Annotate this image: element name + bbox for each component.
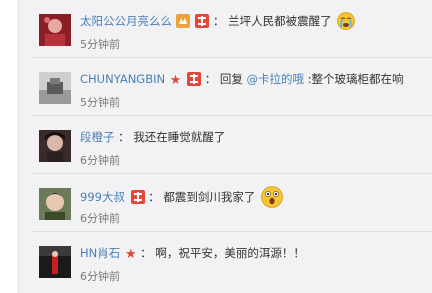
- comment-line: 999大叔 ： 都震到剑川我家了: [80, 186, 283, 208]
- comment-line: HN肖石 ★ ： 啊，祝平安，美丽的洱源！！: [80, 244, 305, 264]
- mention-link[interactable]: @卡拉的哦: [247, 72, 305, 86]
- comment-item: 段橙子 ： 我还在睡觉就醒了 6分钟前: [19, 116, 432, 174]
- comment-time: 5分钟前: [80, 96, 120, 109]
- comment-time: 5分钟前: [80, 38, 120, 51]
- comment-line: 太阳公公月亮么么 ： 兰坪人民都被震醒了: [80, 12, 356, 30]
- comment-separator: ：: [140, 246, 152, 260]
- comment-text: 兰坪人民都被震醒了: [228, 14, 332, 28]
- crying-emoji-icon: [337, 12, 356, 30]
- username-link[interactable]: CHUNYANGBIN: [80, 72, 165, 86]
- comment-line: 段橙子 ： 我还在睡觉就醒了: [80, 128, 225, 146]
- comment-separator: ：: [148, 190, 160, 204]
- comment-text: 我还在睡觉就醒了: [133, 130, 226, 144]
- comment-text: 啊，祝平安，美丽的洱源！！: [155, 246, 305, 260]
- avatar[interactable]: [39, 246, 71, 278]
- comment-separator: ：: [204, 72, 217, 86]
- avatar[interactable]: [39, 188, 71, 220]
- comment-time: 6分钟前: [80, 154, 120, 167]
- star-icon[interactable]: ★: [125, 246, 137, 264]
- comment-text: 都震到剑川我家了: [163, 190, 256, 204]
- comment-item: 999大叔 ： 都震到剑川我家了 6分钟前: [19, 174, 432, 232]
- comment-separator: ：: [212, 14, 225, 28]
- avatar[interactable]: [39, 72, 71, 104]
- username-link[interactable]: HN肖石: [80, 246, 120, 260]
- comment-line: CHUNYANGBIN ★ ： 回复 @卡拉的哦 :整个玻璃柜都在响: [80, 70, 404, 90]
- shocked-emoji-icon: [261, 186, 283, 208]
- vip-badge-icon[interactable]: [130, 190, 145, 204]
- avatar[interactable]: [39, 130, 71, 162]
- vip-badge-icon[interactable]: [187, 72, 202, 86]
- comment-list: 太阳公公月亮么么 ： 兰坪人民都被震醒了 5分钟前 CHUNYANGBIN ★ …: [18, 0, 432, 293]
- star-icon[interactable]: ★: [170, 72, 182, 90]
- comment-item: HN肖石 ★ ： 啊，祝平安，美丽的洱源！！ 6分钟前: [19, 232, 432, 290]
- comment-item: 太阳公公月亮么么 ： 兰坪人民都被震醒了 5分钟前: [19, 0, 432, 58]
- reply-prefix: 回复: [219, 72, 243, 86]
- username-link[interactable]: 太阳公公月亮么么: [80, 14, 172, 28]
- comment-text: :整个玻璃柜都在响: [307, 72, 404, 86]
- comment-item: CHUNYANGBIN ★ ： 回复 @卡拉的哦 :整个玻璃柜都在响 5分钟前: [19, 58, 432, 116]
- comment-time: 6分钟前: [80, 270, 120, 283]
- comment-separator: ：: [118, 130, 130, 144]
- vip-badge-icon[interactable]: [195, 14, 210, 28]
- username-link[interactable]: 999大叔: [80, 190, 125, 204]
- level-badge-icon[interactable]: [175, 14, 194, 28]
- username-link[interactable]: 段橙子: [80, 130, 115, 144]
- comment-time: 6分钟前: [80, 212, 120, 225]
- avatar[interactable]: [39, 14, 71, 46]
